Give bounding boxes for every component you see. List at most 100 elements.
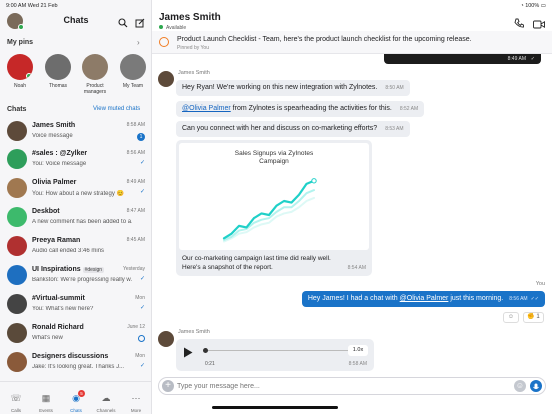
voice-progress-track[interactable] [203, 350, 348, 351]
plus-icon[interactable]: + [162, 380, 174, 392]
nav-label: More [130, 408, 142, 413]
message-input[interactable] [177, 380, 497, 392]
sidebar-title: Chats [63, 15, 89, 25]
sender-name: James Smith [178, 329, 210, 335]
chat-time: 8:56 AM [126, 150, 145, 156]
nav-channels[interactable]: ☁ Channels [91, 388, 121, 413]
pin-avatar [45, 54, 71, 80]
chat-avatar [7, 236, 27, 256]
chat-avatar [7, 207, 27, 227]
nav-calls[interactable]: ☏ Calls [1, 388, 31, 413]
chat-preview: You: What's new here? [32, 306, 94, 312]
read-tick-icon: ✓ [139, 276, 145, 282]
chat-name: #Virtual-summit [32, 295, 85, 302]
chat-icon: ◉ 5 [72, 390, 86, 403]
reaction-chip[interactable]: ✊ 1 [523, 312, 544, 323]
emoji-icon[interactable]: ☺ [514, 380, 526, 392]
chat-list-item[interactable]: Ronald Richard What's new June 12 [0, 320, 152, 348]
thumbs-up-icon: ✊ [527, 314, 535, 320]
chevron-right-icon[interactable]: › [137, 38, 140, 47]
home-indicator [212, 406, 338, 409]
message-bubble[interactable]: Hey Ryan! We're working on this new inte… [176, 80, 410, 96]
chat-time: 8:47 AM [126, 208, 145, 214]
app-window: 9:00 AM Wed 21 Feb Chats My pins › Noah T… [0, 0, 552, 414]
message-bubble[interactable]: @Olivia Palmer from Zylnotes is spearhea… [176, 101, 425, 117]
chart-caption: Our co-marketing campaign last time did … [182, 255, 331, 271]
nav-events[interactable]: ▦ Events [31, 388, 61, 413]
sender-avatar[interactable] [158, 331, 174, 347]
chart-message[interactable]: Sales Signups via ZyInotes Campaign Our c… [176, 140, 372, 276]
pin-item[interactable]: Noah [5, 54, 35, 89]
previous-image-card[interactable]: 8:49 AM ✓ [384, 54, 541, 64]
channels-icon: ☁ [101, 393, 111, 403]
pin-avatar [7, 54, 33, 80]
pin-label: Product managers [83, 83, 107, 95]
pin-item[interactable]: Product managers [80, 54, 110, 95]
view-muted-link[interactable]: View muted chats [93, 106, 140, 112]
chat-preview: You: Voice message [32, 161, 87, 167]
nav-chats[interactable]: ◉ 5 Chats [61, 388, 91, 413]
chat-time: 8:45 AM [126, 237, 145, 243]
chat-name: Deskbot [32, 208, 60, 215]
pending-icon [138, 335, 145, 342]
chat-name: Designers discussions [32, 353, 109, 360]
voice-message[interactable]: 1.0x 0:21 8:58 AM [176, 339, 374, 371]
chat-time: Yesterday [122, 266, 145, 272]
unread-badge: 1 [137, 133, 145, 141]
chat-avatar [7, 178, 27, 198]
chat-list-item[interactable]: James Smith Voice message 8:58 AM 1 [0, 118, 152, 146]
chats-header: Chats [7, 106, 27, 113]
nav-label: Calls [10, 408, 21, 413]
play-icon[interactable] [183, 345, 193, 363]
presence-dot [26, 73, 32, 79]
pinned-text: Product Launch Checklist - Team, here's … [177, 36, 472, 43]
chat-preview: You: How about a new strategy 😊 [32, 191, 124, 197]
chat-list-item[interactable]: Designers discussions Jake: It's looking … [0, 349, 152, 377]
sender-name: James Smith [178, 70, 210, 76]
chat-preview: What's new [32, 335, 63, 341]
pinned-banner[interactable]: Product Launch Checklist - Team, here's … [152, 31, 552, 54]
message-bubble[interactable]: Can you connect with her and discuss on … [176, 121, 410, 137]
chat-avatar [7, 265, 27, 285]
line-chart [222, 178, 317, 243]
nav-divider [0, 381, 152, 382]
search-icon[interactable] [118, 15, 128, 33]
chat-list-item[interactable]: UI Inspirations #design Bankston: We're p… [0, 262, 152, 290]
conversation-pane: ◔ 100% ▭ James Smith Available Product L… [152, 0, 552, 414]
message-composer[interactable]: + ☺ [158, 377, 546, 395]
pinned-by: Pinned by You [177, 45, 209, 51]
nav-label: Events [39, 408, 53, 413]
pin-label: Thomas [48, 83, 68, 89]
pin-label: My Team [122, 83, 144, 89]
pin-item[interactable]: My Team [118, 54, 148, 89]
microphone-icon[interactable] [530, 380, 542, 392]
nav-label: Channels [96, 408, 116, 413]
more-icon: ⋯ [131, 393, 141, 403]
message-time: 8:58 AM [348, 361, 367, 367]
read-tick-icon: ✓ [530, 56, 535, 62]
chat-time: Mon [135, 353, 145, 359]
chat-time: 8:58 AM [126, 122, 145, 128]
add-reaction-button[interactable]: ☺ [503, 312, 519, 323]
my-message-bubble[interactable]: Hey James! I had a chat with @Olivia Pal… [301, 291, 545, 307]
chat-preview: Audio call ended 3:46 mins [32, 248, 105, 254]
playback-speed-button[interactable]: 1.0x [348, 345, 368, 356]
voice-progress-handle[interactable] [203, 348, 208, 353]
chat-name: Ronald Richard [32, 324, 84, 331]
chat-list-item[interactable]: Olivia Palmer You: How about a new strate… [0, 175, 152, 203]
chat-list-item[interactable]: #Virtual-summit You: What's new here? Mon ✓ [0, 291, 152, 319]
chat-list-item[interactable]: Preeya Raman Audio call ended 3:46 mins 8:… [0, 233, 152, 261]
pin-item[interactable]: Thomas [43, 54, 73, 89]
sender-avatar[interactable] [158, 71, 174, 87]
read-tick-icon: ✓ [139, 160, 145, 166]
you-label: You [535, 281, 545, 287]
phone-icon: ☏ [10, 393, 22, 403]
nav-more[interactable]: ⋯ More [121, 388, 151, 413]
chat-list-item[interactable]: Deskbot A new comment has been added to a… [0, 204, 152, 232]
compose-icon[interactable] [135, 15, 145, 33]
pin-avatar [82, 54, 108, 80]
conversation-title[interactable]: James Smith [159, 12, 221, 23]
read-tick-icon: ✓ [139, 189, 145, 195]
chat-avatar [7, 323, 27, 343]
chat-list-item[interactable]: #sales : @Zylker You: Voice message 8:56 A… [0, 146, 152, 174]
